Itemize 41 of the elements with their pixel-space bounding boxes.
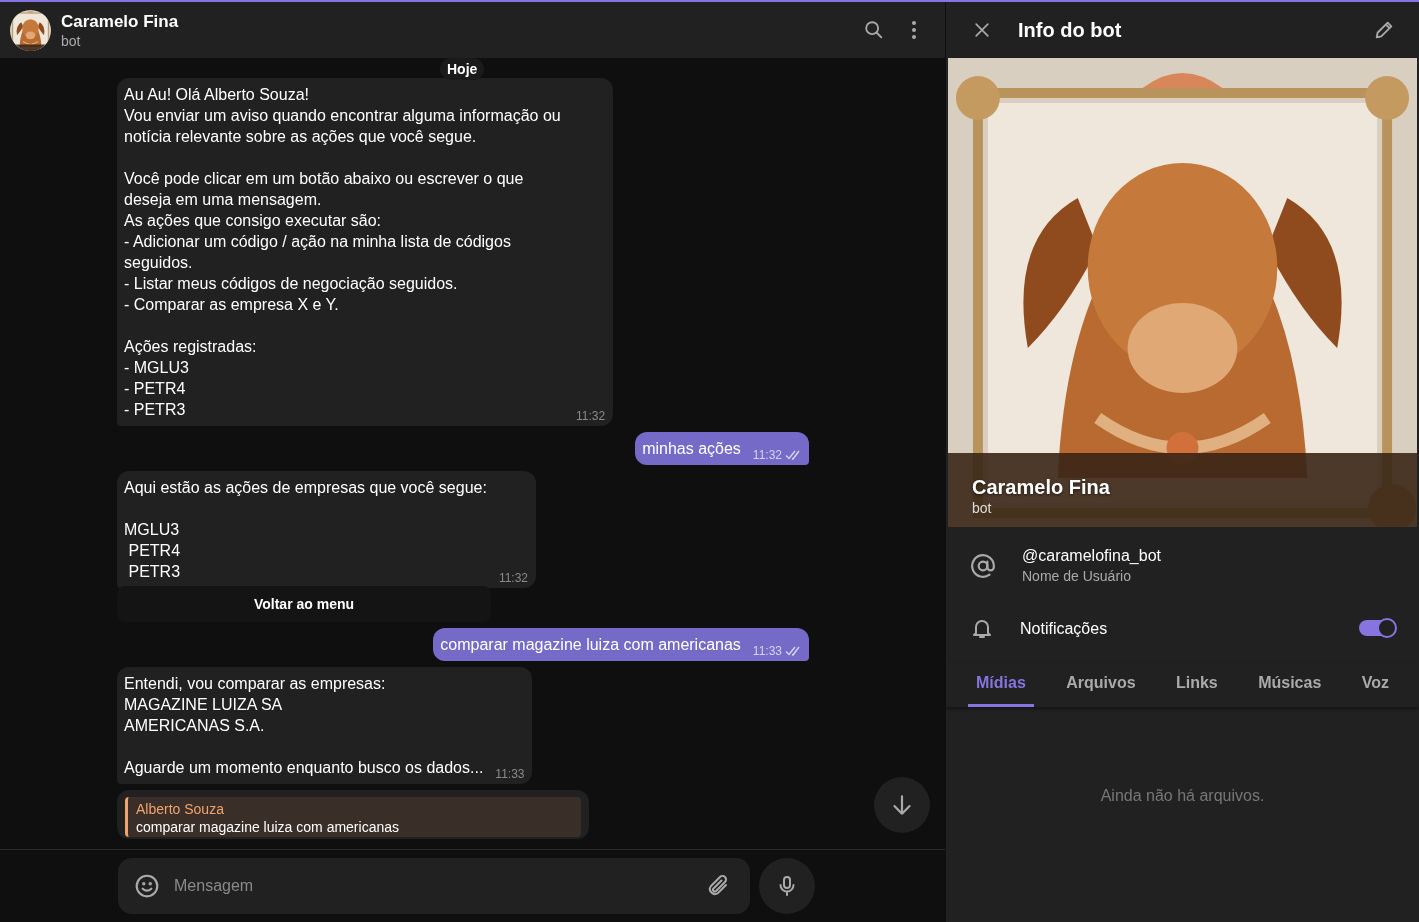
message-input[interactable]: Mensagem [172, 876, 694, 896]
at-icon [970, 552, 996, 579]
media-tab[interactable]: Músicas [1250, 664, 1330, 707]
date-badge: Hoje [440, 58, 485, 80]
profile-status: bot [972, 499, 993, 517]
emoji-icon[interactable] [134, 873, 160, 899]
more-icon[interactable] [911, 20, 917, 40]
microphone-button[interactable] [759, 858, 815, 914]
quote-text: comparar magazine luiza com americanas [136, 818, 400, 836]
message-text: comparar magazine luiza com americanas [440, 635, 741, 655]
search-icon[interactable] [863, 19, 885, 41]
media-tab[interactable]: Voz [1353, 664, 1397, 707]
pencil-icon[interactable] [1373, 19, 1395, 41]
chat-title: Caramelo Fina [61, 10, 180, 32]
close-icon[interactable] [972, 20, 992, 40]
reply-quote[interactable]: Alberto Souza comparar magazine luiza com americanas [125, 797, 581, 837]
message-time: 11:33 [495, 767, 525, 781]
keyboard-button[interactable]: Voltar ao menu [117, 586, 491, 622]
empty-message: Ainda não há arquivos. [1100, 787, 1265, 806]
profile-name: Caramelo Fina [972, 475, 1110, 499]
notifications-label: Notificações [1020, 618, 1108, 639]
message-time: 11:32 [498, 571, 529, 585]
media-tab[interactable]: Mídias [968, 664, 1034, 707]
message-text: minhas ações [642, 439, 741, 459]
username-label: Nome de Usuário [1022, 567, 1132, 586]
message-time: 11:33 [752, 644, 801, 658]
message-time: 11:32 [752, 448, 801, 462]
message-text: Entendi, vou comparar as empresas: MAGAZINE LUIZA SA AMERICANAS S.A. Aguarde um momento enquanto busco os dados... [124, 674, 484, 778]
notifications-toggle[interactable] [1359, 620, 1395, 636]
media-tab[interactable]: Links [1167, 664, 1226, 707]
media-tab[interactable]: Arquivos [1058, 664, 1144, 707]
message-text: Au Au! Olá Alberto Souza! Vou enviar um aviso quando encontrar alguma informação ou notícia relevante sobre as ações que você segue. Você pode clicar em um botão abaixo ou escrever o que deseja em uma mensagem. As ações que consigo executar são: - Adicionar um código / ação na minha lista de códigos seguidos. - Listar meus códigos de negociação seguidos. - Comparar as empresa X e Y. Ações registradas: - MGLU3 - PETR4 - PETR3 [124, 85, 562, 420]
panel-title: Info do bot [1018, 18, 1123, 42]
chat-status: bot [61, 31, 82, 50]
message-time: 11:32 [576, 409, 606, 423]
message-field[interactable]: Mensagem [118, 858, 750, 914]
paperclip-icon[interactable] [706, 874, 730, 898]
scroll-down-button[interactable] [874, 777, 930, 833]
username: @caramelofina_bot [1022, 546, 1161, 566]
quote-author: Alberto Souza [136, 800, 225, 818]
message-text: Aqui estão as ações de empresas que você segue: MGLU3 PETR4 PETR3 [124, 478, 487, 582]
